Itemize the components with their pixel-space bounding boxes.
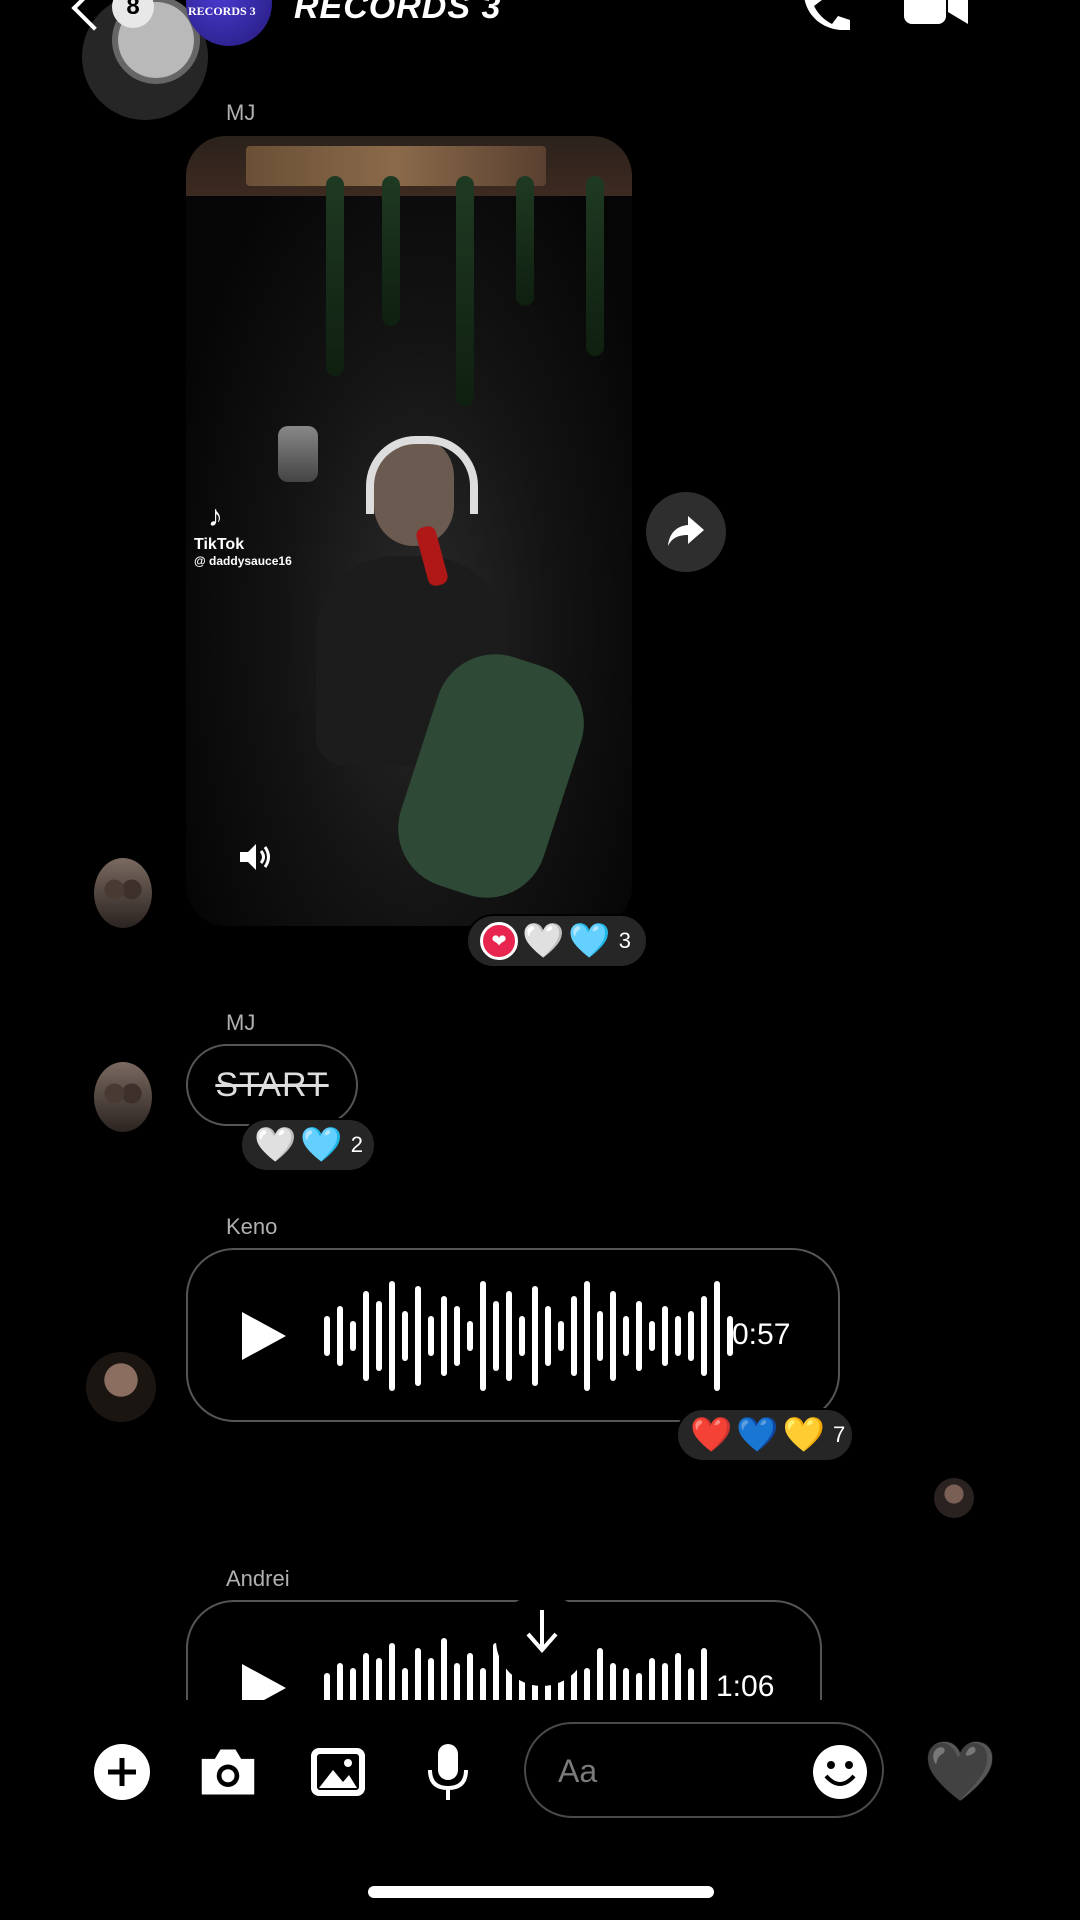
voice-message[interactable]: 0:57 xyxy=(186,1248,840,1422)
light-blue-heart-icon: 🩵 xyxy=(300,1125,343,1165)
waveform-bar xyxy=(493,1301,499,1371)
waveform-bar xyxy=(506,1291,512,1381)
like-heart-button[interactable]: 🖤 xyxy=(924,1742,996,1800)
waveform-bar xyxy=(701,1296,707,1376)
waveform-bar xyxy=(337,1306,343,1366)
scroll-to-bottom-button[interactable] xyxy=(496,1594,588,1686)
audio-duration: 1:06 xyxy=(716,1670,775,1703)
video-scene xyxy=(366,436,478,514)
camera-icon[interactable] xyxy=(198,1742,258,1802)
waveform-bar xyxy=(636,1673,642,1703)
avatar[interactable] xyxy=(94,858,152,928)
plus-icon[interactable] xyxy=(92,1742,152,1802)
waveform-bar xyxy=(363,1291,369,1381)
share-button[interactable] xyxy=(646,492,726,572)
video-scene xyxy=(278,426,318,482)
group-avatar-text: RECORDS 3 xyxy=(188,4,256,18)
waveform-bar xyxy=(324,1316,330,1356)
arrow-down-icon xyxy=(526,1610,558,1654)
red-heart-icon: ❤️ xyxy=(690,1415,733,1455)
video-scene xyxy=(586,176,604,356)
volume-icon[interactable] xyxy=(238,840,272,874)
message-bubble[interactable]: START xyxy=(186,1044,358,1126)
blue-heart-icon: 💙 xyxy=(736,1415,779,1455)
waveform-bar xyxy=(610,1291,616,1381)
waveform-bar xyxy=(467,1321,473,1351)
home-indicator[interactable] xyxy=(368,1886,714,1898)
group-name[interactable]: RECORDS 3 xyxy=(294,0,501,27)
share-arrow-icon xyxy=(668,516,704,546)
waveform-bar xyxy=(558,1321,564,1351)
reaction-count: 7 xyxy=(833,1422,846,1447)
sender-name: Keno xyxy=(226,1214,278,1239)
video-call-icon[interactable] xyxy=(902,0,970,26)
phone-icon[interactable] xyxy=(800,0,858,30)
waveform-bar xyxy=(428,1316,434,1356)
video-scene xyxy=(456,176,474,406)
love-reaction-icon: ❤ xyxy=(480,922,518,960)
light-blue-heart-icon: 🩵 xyxy=(568,921,611,961)
reaction-count: 2 xyxy=(350,1132,363,1157)
reaction-summary[interactable]: ❤ 🤍 🩵 3 xyxy=(466,914,648,968)
sender-name: MJ xyxy=(226,1010,256,1035)
waveform-bar xyxy=(714,1281,720,1391)
sender-name: MJ xyxy=(226,100,256,125)
reaction-count: 3 xyxy=(618,928,631,953)
waveform-bar xyxy=(480,1281,486,1391)
waveform-bar xyxy=(389,1281,395,1391)
tiktok-handle: @ daddysauce16 xyxy=(194,554,292,568)
emoji-picker-icon[interactable] xyxy=(812,1744,868,1800)
waveform-bar xyxy=(519,1316,525,1356)
white-heart-icon: 🤍 xyxy=(522,921,565,961)
waveform-bar xyxy=(649,1321,655,1351)
read-receipt-avatar xyxy=(934,1478,974,1518)
tiktok-watermark: TikTok xyxy=(194,536,245,553)
play-icon[interactable] xyxy=(242,1312,286,1360)
video-scene xyxy=(382,176,400,326)
waveform-bar xyxy=(545,1306,551,1366)
message-text: START xyxy=(215,1065,329,1104)
waveform-bar xyxy=(454,1306,460,1366)
waveform-bar xyxy=(688,1311,694,1361)
reaction-summary[interactable]: ❤️ 💙 💛 7 xyxy=(676,1408,854,1462)
audio-duration: 0:57 xyxy=(732,1318,791,1351)
gallery-icon[interactable] xyxy=(308,1742,368,1802)
message-input[interactable] xyxy=(556,1748,790,1794)
waveform-bar xyxy=(324,1673,330,1703)
microphone-icon[interactable] xyxy=(418,1742,478,1802)
message-input-container[interactable] xyxy=(524,1722,884,1818)
waveform[interactable] xyxy=(324,1276,733,1396)
waveform-bar xyxy=(532,1286,538,1386)
waveform-bar xyxy=(376,1301,382,1371)
waveform-bar xyxy=(636,1301,642,1371)
reaction-summary[interactable]: 🤍 🩵 2 xyxy=(240,1118,376,1172)
waveform-bar xyxy=(623,1316,629,1356)
avatar[interactable] xyxy=(86,1352,156,1422)
waveform-bar xyxy=(662,1306,668,1366)
video-scene xyxy=(516,176,534,306)
waveform-bar xyxy=(441,1296,447,1376)
waveform-bar xyxy=(350,1321,356,1351)
waveform-bar xyxy=(571,1296,577,1376)
sender-name: Andrei xyxy=(226,1566,290,1591)
waveform-bar xyxy=(584,1281,590,1391)
avatar[interactable] xyxy=(94,1062,152,1132)
tiktok-video[interactable]: ♪ TikTok @ daddysauce16 xyxy=(186,136,632,926)
yellow-heart-icon: 💛 xyxy=(782,1415,826,1455)
waveform-bar xyxy=(675,1316,681,1356)
waveform-bar xyxy=(402,1311,408,1361)
waveform-bar xyxy=(415,1286,421,1386)
white-heart-icon: 🤍 xyxy=(254,1125,297,1165)
waveform-bar xyxy=(597,1311,603,1361)
video-scene xyxy=(326,176,344,376)
tiktok-logo-icon: ♪ xyxy=(208,500,223,533)
